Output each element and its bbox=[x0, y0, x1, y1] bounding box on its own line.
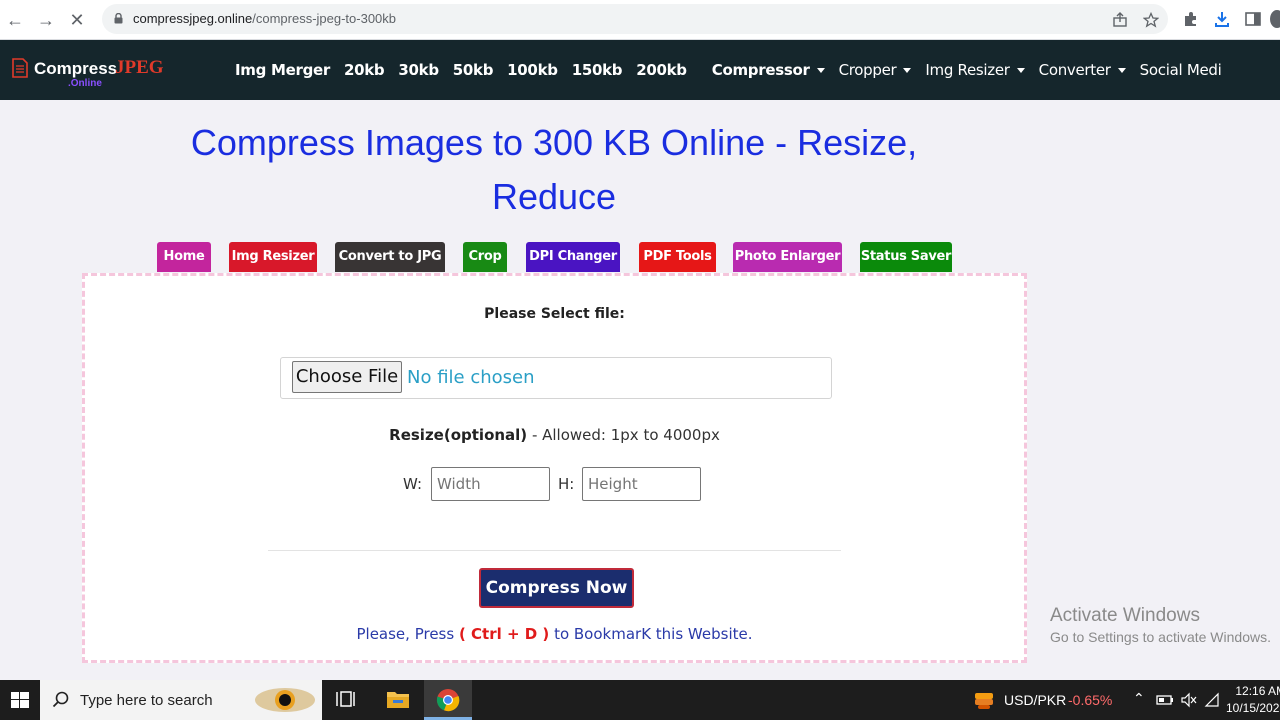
bookmark-hint-post: to BookmarK this Website. bbox=[549, 625, 753, 643]
height-input[interactable] bbox=[582, 467, 701, 501]
activate-windows-watermark: Activate Windows Go to Settings to activ… bbox=[1050, 605, 1271, 645]
logo-word-jpeg: JPEG bbox=[115, 57, 164, 78]
chevron-up-icon[interactable]: ⌃ bbox=[1133, 690, 1145, 707]
file-explorer-icon[interactable] bbox=[374, 680, 422, 720]
search-icon bbox=[52, 691, 69, 708]
taskbar: Type here to search USD/PKR -0.65% ⌃ 12:… bbox=[0, 680, 1280, 720]
stop-loading-icon[interactable]: ✕ bbox=[66, 9, 88, 31]
address-bar[interactable]: compressjpeg.online/compress-jpeg-to-300… bbox=[102, 4, 1168, 34]
nav-item-compressor[interactable]: Compressor bbox=[712, 61, 825, 79]
lock-icon bbox=[114, 13, 123, 24]
file-input[interactable]: Choose File No file chosen bbox=[280, 357, 832, 399]
url-text: compressjpeg.online/compress-jpeg-to-300… bbox=[133, 11, 396, 26]
battery-icon[interactable] bbox=[1156, 693, 1174, 707]
nav-item-cropper[interactable]: Cropper bbox=[839, 61, 912, 79]
activate-windows-title: Activate Windows bbox=[1050, 605, 1200, 626]
caret-down-icon bbox=[816, 67, 825, 73]
nav-item-50kb[interactable]: 50kb bbox=[452, 61, 494, 79]
nav-item-img-merger[interactable]: Img Merger bbox=[235, 61, 330, 79]
tab-img-resizer[interactable]: Img Resizer bbox=[229, 242, 317, 272]
nav-item-social-media[interactable]: Social Medi bbox=[1140, 61, 1222, 79]
clock-date: 10/15/2023 bbox=[1226, 701, 1280, 715]
taskbar-search[interactable]: Type here to search bbox=[40, 680, 322, 720]
width-label: W: bbox=[403, 475, 423, 493]
caret-down-icon bbox=[1016, 67, 1025, 73]
url-host: compressjpeg.online bbox=[133, 11, 253, 26]
resize-label: Resize(optional) - Allowed: 1px to 4000p… bbox=[85, 426, 1024, 444]
nav-label: Converter bbox=[1038, 61, 1111, 79]
extensions-icon[interactable] bbox=[1182, 10, 1200, 28]
nav-label: 150kb bbox=[571, 61, 623, 79]
network-icon[interactable] bbox=[1204, 692, 1222, 708]
back-icon[interactable]: ← bbox=[4, 9, 26, 31]
width-input[interactable] bbox=[431, 467, 550, 501]
tab-crop[interactable]: Crop bbox=[463, 242, 507, 272]
profile-avatar[interactable] bbox=[1270, 10, 1280, 28]
clock-time: 12:16 AM bbox=[1235, 684, 1280, 698]
nav-item-30kb[interactable]: 30kb bbox=[398, 61, 439, 79]
bookmark-hint-pre: Please, Press bbox=[356, 625, 459, 643]
nav-item-150kb[interactable]: 150kb bbox=[572, 61, 623, 79]
nav-label: 20kb bbox=[343, 61, 385, 79]
url-path: /compress-jpeg-to-300kb bbox=[252, 11, 397, 26]
caret-down-icon bbox=[903, 67, 912, 73]
nav-label: Cropper bbox=[838, 61, 897, 79]
nav-label: Img Merger bbox=[235, 61, 330, 79]
forward-icon[interactable]: → bbox=[35, 9, 57, 31]
tab-home[interactable]: Home bbox=[157, 242, 211, 272]
compress-now-button[interactable]: Compress Now bbox=[479, 568, 634, 608]
tab-convert-to-jpg[interactable]: Convert to JPG bbox=[335, 242, 445, 272]
no-file-text: No file chosen bbox=[407, 367, 535, 388]
browser-toolbar: ← → ✕ compressjpeg.online/compress-jpeg-… bbox=[0, 0, 1280, 40]
nav-item-100kb[interactable]: 100kb bbox=[507, 61, 558, 79]
activate-windows-subtitle: Go to Settings to activate Windows. bbox=[1050, 629, 1271, 645]
document-icon bbox=[12, 58, 28, 78]
height-label: H: bbox=[558, 475, 575, 493]
nav-menu: Img Merger 20kb 30kb 50kb 100kb 150kb 20… bbox=[228, 40, 1228, 100]
nav-label: 100kb bbox=[507, 61, 558, 79]
chrome-taskbar-button[interactable] bbox=[424, 680, 472, 720]
bookmark-hint-keys: ( Ctrl + D ) bbox=[458, 625, 550, 643]
ticker-pair: USD/PKR bbox=[1004, 692, 1067, 708]
search-highlight-icon bbox=[255, 688, 315, 712]
nav-label: Img Resizer bbox=[925, 61, 1010, 79]
nav-item-20kb[interactable]: 20kb bbox=[343, 61, 385, 79]
nav-label: 30kb bbox=[398, 61, 439, 79]
task-view-icon[interactable] bbox=[324, 680, 372, 720]
ticker-change: -0.65% bbox=[1068, 692, 1113, 708]
nav-item-200kb[interactable]: 200kb bbox=[636, 61, 687, 79]
upload-panel: Please Select file: Choose File No file … bbox=[82, 273, 1027, 663]
tab-photo-enlarger[interactable]: Photo Enlarger bbox=[733, 242, 842, 272]
search-placeholder: Type here to search bbox=[80, 692, 213, 709]
bookmark-hint: Please, Press ( Ctrl + D ) to BookmarK t… bbox=[85, 625, 1024, 643]
site-navbar: Compress JPEG .Online Img Merger 20kb 30… bbox=[0, 40, 1280, 100]
star-icon[interactable] bbox=[1143, 12, 1159, 28]
nav-label: 200kb bbox=[636, 61, 687, 79]
resize-label-bold: Resize(optional) bbox=[389, 426, 528, 444]
nav-item-converter[interactable]: Converter bbox=[1039, 61, 1126, 79]
page-title: Compress Images to 300 KB Online - Resiz… bbox=[190, 122, 918, 217]
download-icon[interactable] bbox=[1213, 10, 1231, 28]
windows-start-icon[interactable] bbox=[0, 680, 40, 720]
tab-status-saver[interactable]: Status Saver bbox=[860, 242, 952, 272]
select-file-label: Please Select file: bbox=[484, 306, 625, 322]
system-clock[interactable]: 12:16 AM 10/15/2023 bbox=[1226, 683, 1280, 717]
currency-icon bbox=[975, 693, 993, 709]
caret-down-icon bbox=[1117, 67, 1126, 73]
nav-label: 50kb bbox=[452, 61, 494, 79]
nav-label: Compressor bbox=[711, 61, 810, 79]
tab-dpi-changer[interactable]: DPI Changer bbox=[526, 242, 620, 272]
chrome-icon bbox=[436, 689, 460, 712]
divider bbox=[268, 550, 841, 551]
nav-label: Social Medi bbox=[1139, 61, 1222, 79]
resize-label-rest: - Allowed: 1px to 4000px bbox=[527, 426, 720, 444]
volume-muted-icon[interactable] bbox=[1180, 692, 1198, 708]
nav-item-img-resizer[interactable]: Img Resizer bbox=[925, 61, 1025, 79]
logo-word-online: .Online bbox=[68, 78, 102, 89]
side-panel-icon[interactable] bbox=[1244, 10, 1262, 28]
share-icon[interactable] bbox=[1112, 12, 1128, 28]
choose-file-button[interactable]: Choose File bbox=[292, 361, 402, 393]
tab-pdf-tools[interactable]: PDF Tools bbox=[639, 242, 716, 272]
logo-word-compress: Compress bbox=[34, 59, 118, 78]
